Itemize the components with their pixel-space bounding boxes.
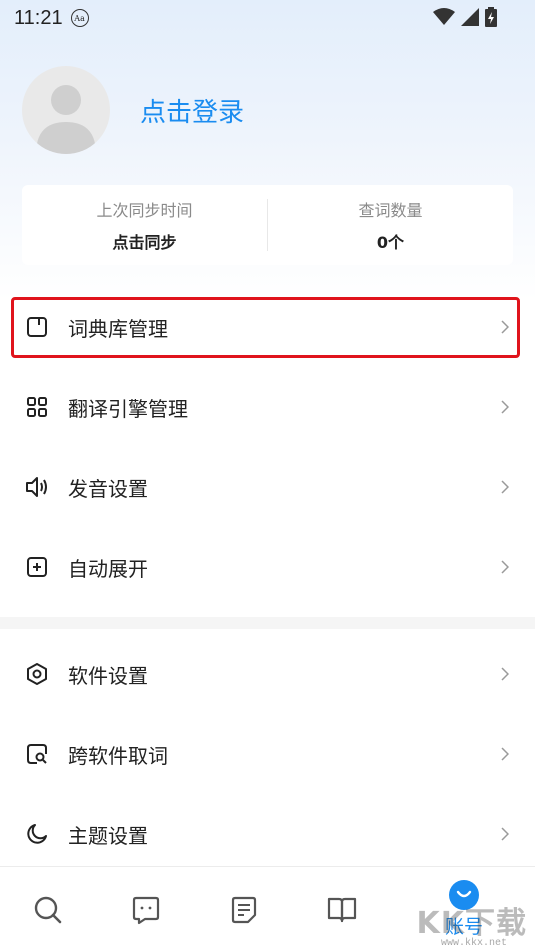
profile-section[interactable] <box>22 66 110 154</box>
battery-icon <box>485 7 497 27</box>
speaker-icon <box>24 474 50 500</box>
sync-value[interactable]: 点击同步 <box>112 229 176 253</box>
status-bar: 11:21 Aa <box>0 0 535 36</box>
status-time: 11:21 <box>14 6 63 29</box>
nav-wordbook[interactable] <box>302 867 382 951</box>
watermark-url: www.kkx.net <box>440 938 507 949</box>
menu-label: 跨软件取词 <box>68 743 168 768</box>
chevron-right-icon <box>501 560 509 574</box>
menu-label: 自动展开 <box>68 556 148 581</box>
menu-label: 主题设置 <box>68 823 148 848</box>
chevron-right-icon <box>501 827 509 841</box>
menu-item-cross-app-lookup[interactable]: 跨软件取词 <box>0 714 535 794</box>
count-value: 0个 <box>376 233 405 252</box>
highlight-box <box>11 297 520 358</box>
watermark: KK下载 <box>416 906 527 941</box>
nav-notes[interactable] <box>204 867 284 951</box>
plus-square-icon <box>24 554 50 580</box>
menu-label: 翻译引擎管理 <box>68 396 188 421</box>
count-stat: 查词数量 0个 <box>268 185 513 265</box>
menu-label: 发音设置 <box>68 476 148 501</box>
search-icon <box>34 896 62 923</box>
chat-icon <box>132 896 160 924</box>
note-icon <box>231 896 257 923</box>
menu-item-auto-expand[interactable]: 自动展开 <box>0 527 535 607</box>
section-divider <box>0 617 535 629</box>
chevron-right-icon <box>501 747 509 761</box>
menu-item-translation-engine[interactable]: 翻译引擎管理 <box>0 367 535 447</box>
stats-card: 上次同步时间 点击同步 查词数量 0个 <box>22 185 513 265</box>
avatar[interactable] <box>22 66 110 154</box>
nav-search[interactable] <box>8 867 88 951</box>
chevron-right-icon <box>501 400 509 414</box>
search-doc-icon <box>24 741 50 767</box>
font-size-icon: Aa <box>70 9 89 27</box>
chevron-right-icon <box>501 480 509 494</box>
signal-icon <box>461 8 479 26</box>
sync-stat[interactable]: 上次同步时间 点击同步 <box>22 185 267 265</box>
moon-icon <box>24 821 50 847</box>
nav-chat[interactable] <box>106 867 186 951</box>
default-avatar-icon <box>36 85 96 154</box>
sync-label: 上次同步时间 <box>96 201 193 220</box>
count-label: 查词数量 <box>358 201 423 220</box>
wifi-icon <box>433 8 455 25</box>
menu-item-pronunciation[interactable]: 发音设置 <box>0 447 535 527</box>
grid-icon <box>24 394 50 420</box>
menu-label: 软件设置 <box>68 663 148 688</box>
menu-item-software-settings[interactable]: 软件设置 <box>0 634 535 714</box>
menu-item-theme-settings[interactable]: 主题设置 <box>0 794 535 874</box>
book-open-icon <box>327 897 357 922</box>
login-link[interactable]: 点击登录 <box>140 92 244 129</box>
chevron-right-icon <box>501 667 509 681</box>
settings-hex-icon <box>24 661 50 687</box>
status-icons <box>433 7 497 27</box>
